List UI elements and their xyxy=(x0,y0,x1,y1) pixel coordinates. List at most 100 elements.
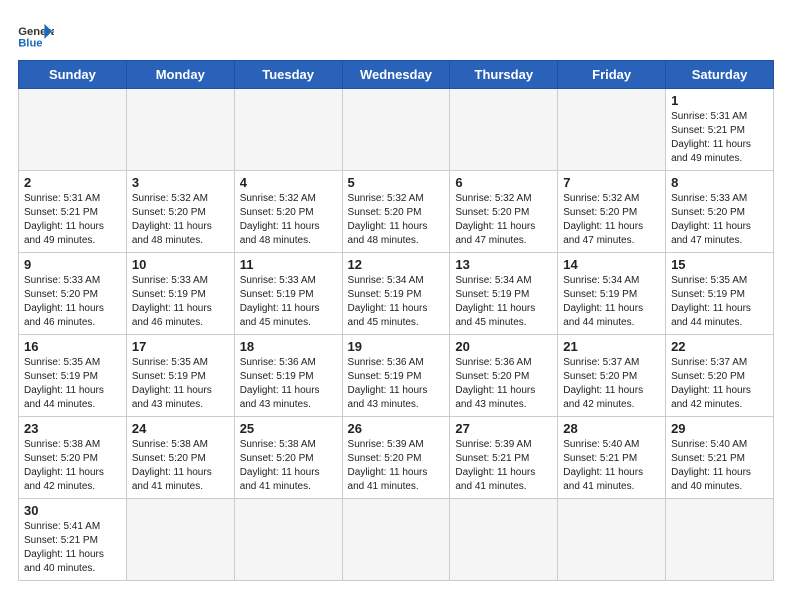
day-number: 9 xyxy=(24,257,121,272)
day-info: Sunrise: 5:40 AM Sunset: 5:21 PM Dayligh… xyxy=(671,438,768,494)
calendar-cell xyxy=(234,89,342,171)
day-info: Sunrise: 5:37 AM Sunset: 5:20 PM Dayligh… xyxy=(563,356,660,412)
weekday-header-thursday: Thursday xyxy=(450,61,558,89)
calendar-week-row: 9Sunrise: 5:33 AM Sunset: 5:20 PM Daylig… xyxy=(19,253,774,335)
day-info: Sunrise: 5:32 AM Sunset: 5:20 PM Dayligh… xyxy=(455,192,552,248)
day-info: Sunrise: 5:38 AM Sunset: 5:20 PM Dayligh… xyxy=(132,438,229,494)
day-info: Sunrise: 5:31 AM Sunset: 5:21 PM Dayligh… xyxy=(24,192,121,248)
calendar-cell: 30 Sunrise: 5:41 AM Sunset: 5:21 PM Dayli… xyxy=(19,499,127,581)
day-number: 25 xyxy=(240,421,337,436)
generalblue-logo-icon: General Blue xyxy=(18,22,54,52)
calendar-cell: 17 Sunrise: 5:35 AM Sunset: 5:19 PM Dayli… xyxy=(126,335,234,417)
calendar-cell xyxy=(558,499,666,581)
header: General Blue xyxy=(18,18,774,52)
day-number: 30 xyxy=(24,503,121,518)
calendar-week-row: 2 Sunrise: 5:31 AM Sunset: 5:21 PM Daylig… xyxy=(19,171,774,253)
day-info: Sunrise: 5:32 AM Sunset: 5:20 PM Dayligh… xyxy=(240,192,337,248)
day-info: Sunrise: 5:38 AM Sunset: 5:20 PM Dayligh… xyxy=(240,438,337,494)
day-number: 1 xyxy=(671,93,768,108)
day-info: Sunrise: 5:34 AM Sunset: 5:19 PM Dayligh… xyxy=(455,274,552,330)
calendar-cell: 16 Sunrise: 5:35 AM Sunset: 5:19 PM Dayli… xyxy=(19,335,127,417)
logo: General Blue xyxy=(18,18,54,52)
day-info: Sunrise: 5:34 AM Sunset: 5:19 PM Dayligh… xyxy=(348,274,445,330)
calendar-cell: 21Sunrise: 5:37 AM Sunset: 5:20 PM Dayli… xyxy=(558,335,666,417)
calendar-cell: 24 Sunrise: 5:38 AM Sunset: 5:20 PM Dayli… xyxy=(126,417,234,499)
day-info: Sunrise: 5:33 AM Sunset: 5:19 PM Dayligh… xyxy=(132,274,229,330)
day-number: 23 xyxy=(24,421,121,436)
calendar-cell xyxy=(19,89,127,171)
calendar-table: SundayMondayTuesdayWednesdayThursdayFrid… xyxy=(18,60,774,581)
weekday-header-wednesday: Wednesday xyxy=(342,61,450,89)
calendar-cell: 2 Sunrise: 5:31 AM Sunset: 5:21 PM Daylig… xyxy=(19,171,127,253)
calendar-cell xyxy=(450,89,558,171)
day-info: Sunrise: 5:37 AM Sunset: 5:20 PM Dayligh… xyxy=(671,356,768,412)
calendar-cell: 18Sunrise: 5:36 AM Sunset: 5:19 PM Dayli… xyxy=(234,335,342,417)
day-number: 16 xyxy=(24,339,121,354)
calendar-week-row: 23 Sunrise: 5:38 AM Sunset: 5:20 PM Dayli… xyxy=(19,417,774,499)
day-number: 17 xyxy=(132,339,229,354)
calendar-cell: 3 Sunrise: 5:32 AM Sunset: 5:20 PM Daylig… xyxy=(126,171,234,253)
day-info: Sunrise: 5:40 AM Sunset: 5:21 PM Dayligh… xyxy=(563,438,660,494)
calendar-week-row: 16 Sunrise: 5:35 AM Sunset: 5:19 PM Dayli… xyxy=(19,335,774,417)
day-number: 7 xyxy=(563,175,660,190)
calendar-cell xyxy=(126,89,234,171)
day-number: 14 xyxy=(563,257,660,272)
day-number: 3 xyxy=(132,175,229,190)
page: General Blue SundayMondayTuesdayWednesda… xyxy=(0,0,792,591)
weekday-header-saturday: Saturday xyxy=(666,61,774,89)
calendar-cell: 11 Sunrise: 5:33 AM Sunset: 5:19 PM Dayli… xyxy=(234,253,342,335)
calendar-cell: 28 Sunrise: 5:40 AM Sunset: 5:21 PM Dayli… xyxy=(558,417,666,499)
day-info: Sunrise: 5:31 AM Sunset: 5:21 PM Dayligh… xyxy=(671,110,768,166)
calendar-cell: 15Sunrise: 5:35 AM Sunset: 5:19 PM Dayli… xyxy=(666,253,774,335)
calendar-cell: 27Sunrise: 5:39 AM Sunset: 5:21 PM Dayli… xyxy=(450,417,558,499)
day-info: Sunrise: 5:39 AM Sunset: 5:21 PM Dayligh… xyxy=(455,438,552,494)
weekday-header-tuesday: Tuesday xyxy=(234,61,342,89)
calendar-cell: 26 Sunrise: 5:39 AM Sunset: 5:20 PM Dayli… xyxy=(342,417,450,499)
day-number: 2 xyxy=(24,175,121,190)
calendar-cell: 29Sunrise: 5:40 AM Sunset: 5:21 PM Dayli… xyxy=(666,417,774,499)
svg-text:Blue: Blue xyxy=(18,37,42,49)
day-number: 6 xyxy=(455,175,552,190)
day-info: Sunrise: 5:33 AM Sunset: 5:19 PM Dayligh… xyxy=(240,274,337,330)
day-number: 22 xyxy=(671,339,768,354)
weekday-header-sunday: Sunday xyxy=(19,61,127,89)
day-number: 10 xyxy=(132,257,229,272)
day-number: 8 xyxy=(671,175,768,190)
calendar-cell: 9Sunrise: 5:33 AM Sunset: 5:20 PM Daylig… xyxy=(19,253,127,335)
day-number: 28 xyxy=(563,421,660,436)
weekday-header-friday: Friday xyxy=(558,61,666,89)
calendar-cell: 10 Sunrise: 5:33 AM Sunset: 5:19 PM Dayli… xyxy=(126,253,234,335)
day-info: Sunrise: 5:41 AM Sunset: 5:21 PM Dayligh… xyxy=(24,520,121,576)
day-info: Sunrise: 5:33 AM Sunset: 5:20 PM Dayligh… xyxy=(671,192,768,248)
day-number: 19 xyxy=(348,339,445,354)
day-number: 24 xyxy=(132,421,229,436)
calendar-cell: 1 Sunrise: 5:31 AM Sunset: 5:21 PM Daylig… xyxy=(666,89,774,171)
weekday-header-row: SundayMondayTuesdayWednesdayThursdayFrid… xyxy=(19,61,774,89)
day-info: Sunrise: 5:32 AM Sunset: 5:20 PM Dayligh… xyxy=(348,192,445,248)
day-info: Sunrise: 5:32 AM Sunset: 5:20 PM Dayligh… xyxy=(563,192,660,248)
day-info: Sunrise: 5:35 AM Sunset: 5:19 PM Dayligh… xyxy=(24,356,121,412)
day-info: Sunrise: 5:36 AM Sunset: 5:20 PM Dayligh… xyxy=(455,356,552,412)
day-info: Sunrise: 5:34 AM Sunset: 5:19 PM Dayligh… xyxy=(563,274,660,330)
day-info: Sunrise: 5:39 AM Sunset: 5:20 PM Dayligh… xyxy=(348,438,445,494)
day-number: 12 xyxy=(348,257,445,272)
calendar-cell xyxy=(450,499,558,581)
day-number: 4 xyxy=(240,175,337,190)
calendar-cell: 5Sunrise: 5:32 AM Sunset: 5:20 PM Daylig… xyxy=(342,171,450,253)
calendar-cell xyxy=(234,499,342,581)
weekday-header-monday: Monday xyxy=(126,61,234,89)
calendar-cell: 20 Sunrise: 5:36 AM Sunset: 5:20 PM Dayli… xyxy=(450,335,558,417)
calendar-cell: 22 Sunrise: 5:37 AM Sunset: 5:20 PM Dayli… xyxy=(666,335,774,417)
calendar-cell xyxy=(342,499,450,581)
calendar-cell: 4 Sunrise: 5:32 AM Sunset: 5:20 PM Daylig… xyxy=(234,171,342,253)
day-info: Sunrise: 5:35 AM Sunset: 5:19 PM Dayligh… xyxy=(132,356,229,412)
day-info: Sunrise: 5:32 AM Sunset: 5:20 PM Dayligh… xyxy=(132,192,229,248)
calendar-cell: 25 Sunrise: 5:38 AM Sunset: 5:20 PM Dayli… xyxy=(234,417,342,499)
calendar-cell: 6 Sunrise: 5:32 AM Sunset: 5:20 PM Daylig… xyxy=(450,171,558,253)
day-number: 20 xyxy=(455,339,552,354)
day-number: 26 xyxy=(348,421,445,436)
calendar-cell xyxy=(558,89,666,171)
calendar-cell: 14 Sunrise: 5:34 AM Sunset: 5:19 PM Dayli… xyxy=(558,253,666,335)
day-number: 11 xyxy=(240,257,337,272)
day-number: 15 xyxy=(671,257,768,272)
